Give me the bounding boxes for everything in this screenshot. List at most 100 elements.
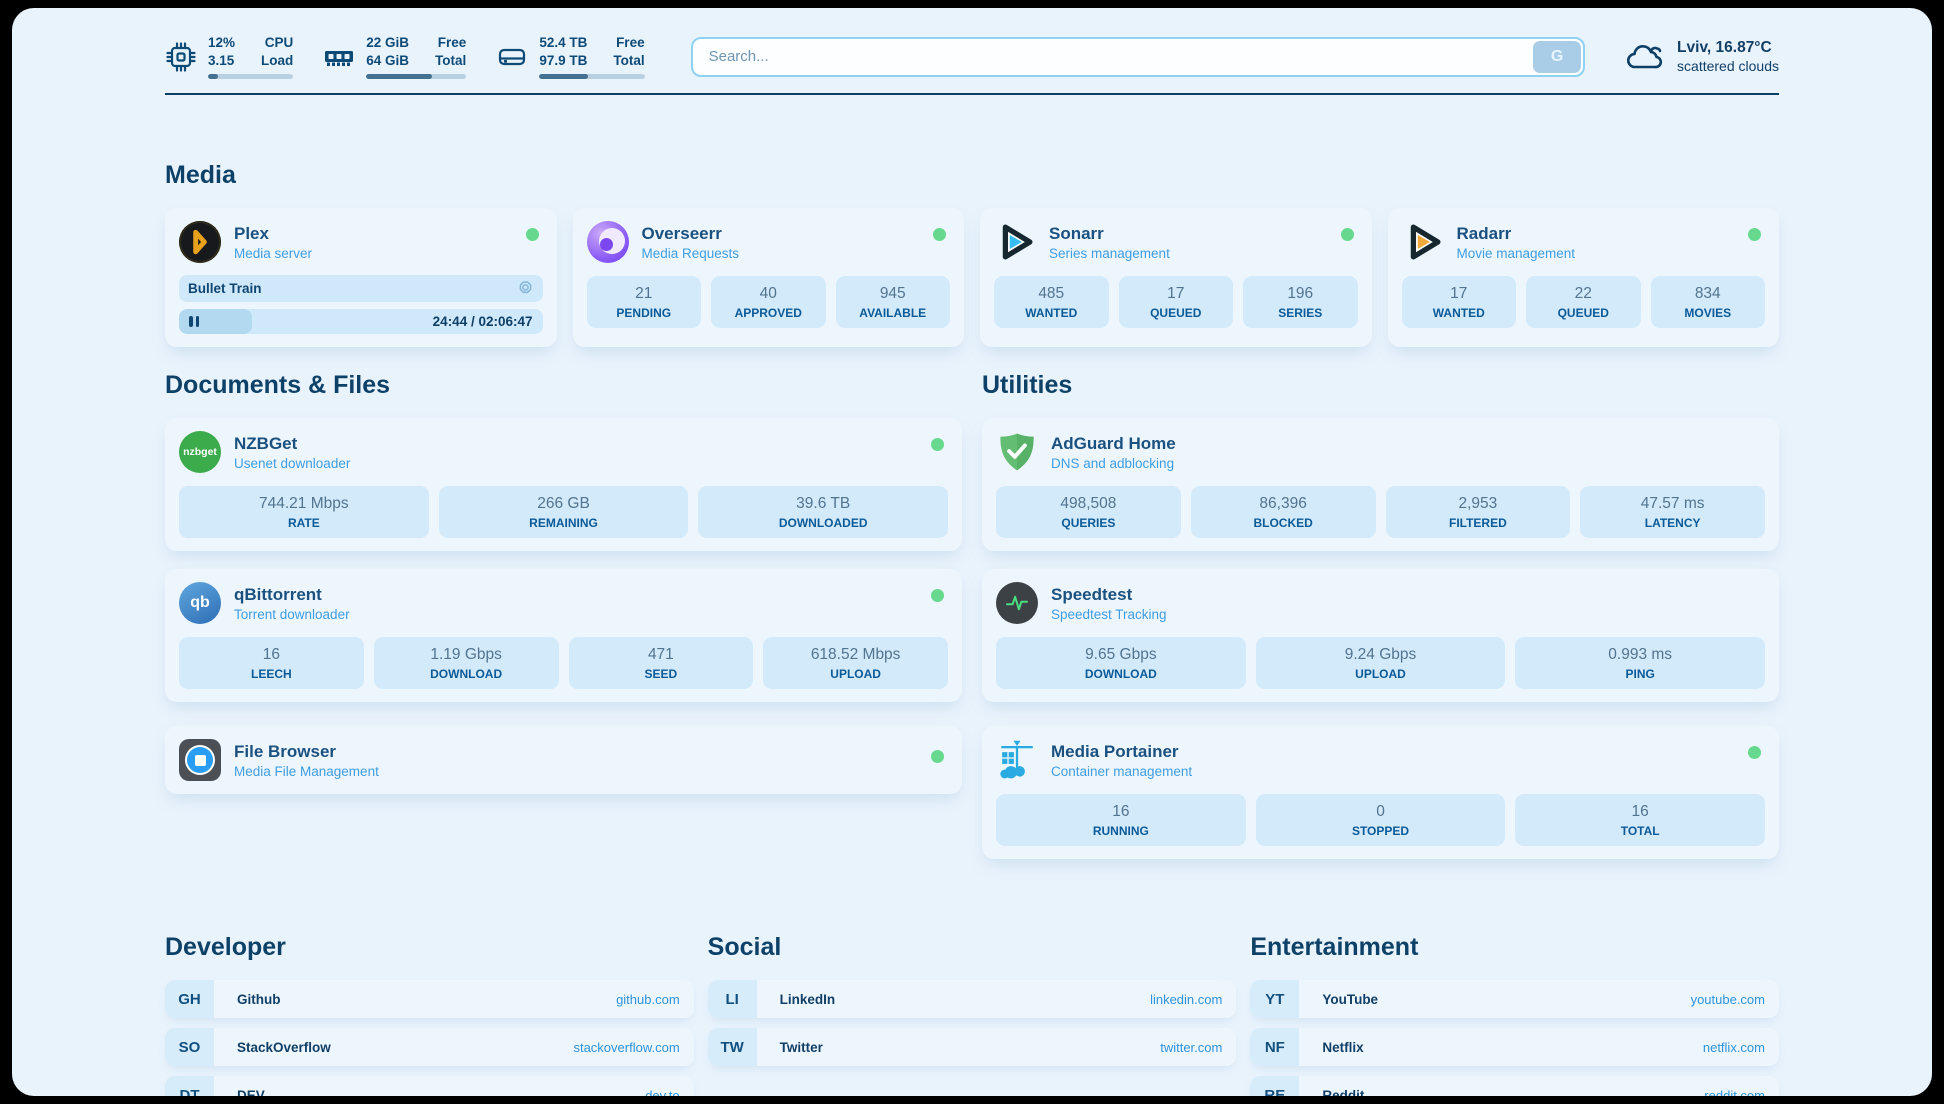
pause-icon [189,316,199,327]
disk-free-label: Free [616,34,645,52]
service-card-qbittorrent[interactable]: qb qBittorrent Torrent downloader 16 LEE… [165,569,962,702]
stat-upload: 9.24 Gbps UPLOAD [1256,637,1506,689]
bookmark-abbr: DT [165,1076,214,1096]
two-column-section: Documents & Files nzbget NZBGet Usenet d… [165,371,1779,877]
service-description: Media Requests [642,246,740,261]
bookmark-linkedin[interactable]: LI LinkedIn linkedin.com [708,980,1237,1018]
disk-progress-bar [539,74,644,79]
section-title-documents: Documents & Files [165,371,962,400]
service-card-filebrowser[interactable]: File Browser Media File Management [165,726,962,794]
memory-widget: 22 GiB 64 GiB Free Total [323,34,466,79]
bookmark-abbr: GH [165,980,214,1018]
status-dot [931,750,944,763]
service-name: NZBGet [234,434,350,454]
weather-condition: scattered clouds [1677,58,1779,74]
service-card-adguard[interactable]: AdGuard Home DNS and adblocking 498,508 … [982,418,1779,551]
bookmark-abbr: LI [708,980,757,1018]
bookmark-abbr: TW [708,1028,757,1066]
cpu-usage-value: 12% [208,34,235,52]
cpu-icon [165,41,197,73]
bookmarks-section: Developer GH Github github.com SO StackO… [165,933,1779,1096]
stat-queries: 498,508 QUERIES [996,486,1181,538]
stat-stopped: 0 STOPPED [1256,794,1506,846]
cpu-load-value: 3.15 [208,52,235,70]
bookmark-group-developer: Developer GH Github github.com SO StackO… [165,933,694,1096]
stat-remaining: 266 GB REMAINING [439,486,689,538]
memory-total-value: 64 GiB [366,52,409,70]
bookmark-github[interactable]: GH Github github.com [165,980,694,1018]
load-label: Load [261,52,293,70]
service-card-plex[interactable]: Plex Media server Bullet Train [165,208,557,347]
weather-location: Lviv, 16.87°C [1677,39,1779,57]
disk-icon [496,41,528,73]
search-input[interactable] [691,37,1585,77]
service-card-portainer[interactable]: Media Portainer Container management 16 … [982,726,1779,859]
bookmark-abbr: RE [1250,1076,1299,1096]
service-description: Movie management [1457,246,1576,261]
cpu-widget: 12% 3.15 CPU Load [165,34,293,79]
status-dot [526,228,539,241]
section-title-utilities: Utilities [982,371,1779,400]
documents-column: Documents & Files nzbget NZBGet Usenet d… [165,371,962,812]
service-description: Usenet downloader [234,456,350,471]
stat-total: 16 TOTAL [1515,794,1765,846]
bookmark-youtube[interactable]: YT YouTube youtube.com [1250,980,1779,1018]
stat-approved: 40 APPROVED [711,276,826,328]
bookmark-name: Twitter [757,1028,1161,1066]
stat-rate: 744.21 Mbps RATE [179,486,429,538]
stat-series: 196 SERIES [1243,276,1358,328]
bookmark-abbr: YT [1250,980,1299,1018]
bookmark-url: reddit.com [1704,1076,1779,1096]
service-name: Speedtest [1051,585,1167,605]
dashboard-panel: 12% 3.15 CPU Load [12,8,1932,1096]
bookmark-reddit[interactable]: RE Reddit reddit.com [1250,1076,1779,1096]
service-name: Plex [234,224,312,244]
stat-wanted: 485 WANTED [994,276,1109,328]
speedtest-icon [996,582,1038,624]
ram-icon [323,41,355,73]
service-description: DNS and adblocking [1051,456,1176,471]
stat-download: 9.65 Gbps DOWNLOAD [996,637,1246,689]
service-description: Media File Management [234,764,379,779]
qbittorrent-icon: qb [179,582,221,624]
sonarr-icon [994,221,1036,263]
memory-free-label: Free [438,34,467,52]
section-title-media: Media [165,161,1779,190]
service-name: File Browser [234,742,379,762]
service-card-overseerr[interactable]: Overseerr Media Requests 21 PENDING 40 A… [573,208,965,347]
playback-progress: 24:44 / 02:06:47 [179,309,543,334]
service-card-speedtest[interactable]: Speedtest Speedtest Tracking 9.65 Gbps D… [982,569,1779,702]
bookmark-twitter[interactable]: TW Twitter twitter.com [708,1028,1237,1066]
search-provider-button[interactable]: G [1533,41,1581,73]
service-card-radarr[interactable]: Radarr Movie management 17 WANTED 22 QUE… [1388,208,1780,347]
portainer-icon [996,739,1038,781]
cpu-label: CPU [265,34,294,52]
section-title-developer: Developer [165,933,694,962]
bookmark-group-social: Social LI LinkedIn linkedin.com TW Twitt… [708,933,1237,1096]
memory-total-label: Total [435,52,466,70]
bookmark-url: twitter.com [1160,1028,1236,1066]
bookmark-dev[interactable]: DT DEV dev.to [165,1076,694,1096]
header-divider [165,93,1779,95]
playback-time: 24:44 / 02:06:47 [433,314,533,329]
service-description: Container management [1051,764,1192,779]
service-card-nzbget[interactable]: nzbget NZBGet Usenet downloader 744.21 M… [165,418,962,551]
bookmark-name: Reddit [1299,1076,1704,1096]
disk-total-label: Total [613,52,644,70]
stat-filtered: 2,953 FILTERED [1386,486,1571,538]
bookmark-name: DEV [214,1076,645,1096]
utilities-column: Utilities AdGuard Home DNS and [982,371,1779,877]
cog-icon [517,280,534,297]
resource-widgets: 12% 3.15 CPU Load [165,34,645,79]
radarr-icon [1402,221,1444,263]
stat-available: 945 AVAILABLE [836,276,951,328]
bookmark-netflix[interactable]: NF Netflix netflix.com [1250,1028,1779,1066]
bookmark-stackoverflow[interactable]: SO StackOverflow stackoverflow.com [165,1028,694,1066]
status-dot [931,438,944,451]
plex-icon [179,221,221,263]
service-card-sonarr[interactable]: Sonarr Series management 485 WANTED 17 Q… [980,208,1372,347]
media-card-row: Plex Media server Bullet Train [165,208,1779,347]
section-title-social: Social [708,933,1237,962]
adguard-icon [996,431,1038,473]
bookmark-name: StackOverflow [214,1028,573,1066]
